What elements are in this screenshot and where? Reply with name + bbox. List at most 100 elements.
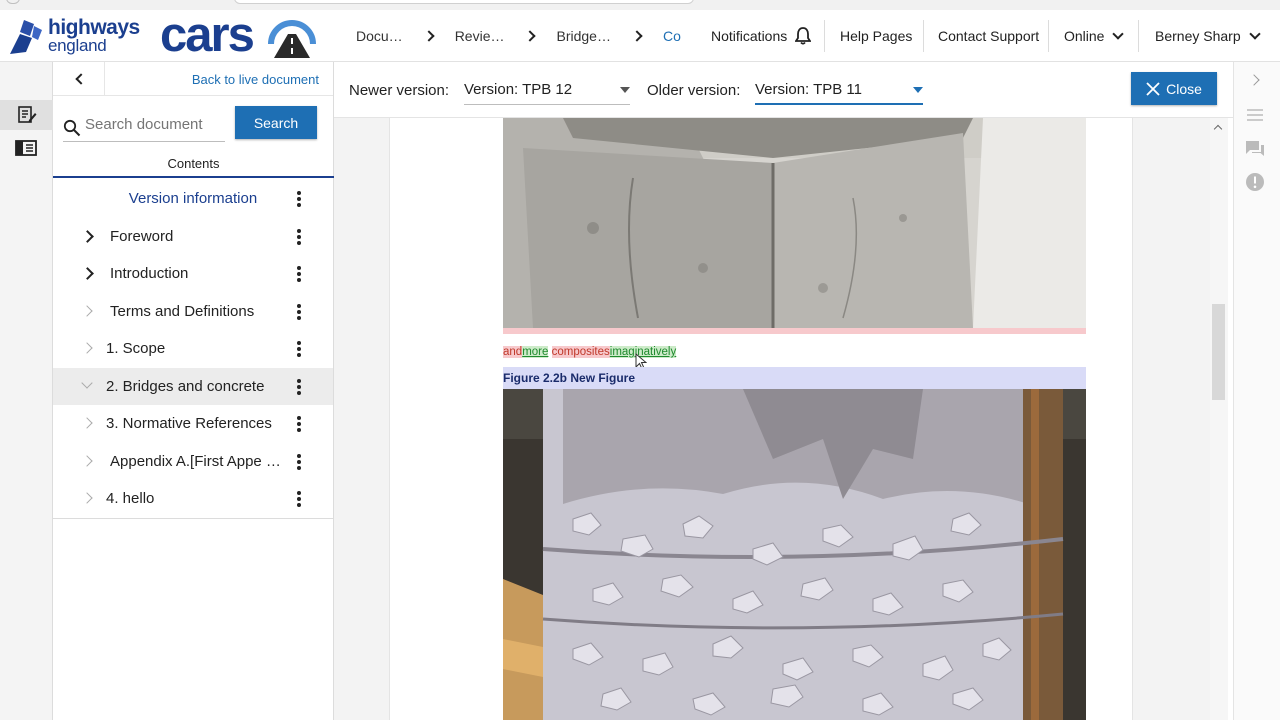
collapse-chevron-icon[interactable] [81, 376, 93, 389]
figure-caption: Figure 2.2b New Figure [503, 367, 1086, 389]
more-options-icon[interactable] [297, 191, 301, 207]
breadcrumb-item-compare[interactable]: Co [649, 28, 695, 44]
aggregate-column-picture [503, 389, 1086, 720]
toc-item-terms-and-definitions[interactable]: Terms and Definitions [53, 293, 333, 331]
expand-chevron-icon[interactable] [81, 417, 93, 429]
search-area: Search Contents [53, 96, 334, 178]
expand-chevron-icon[interactable] [81, 267, 94, 280]
chevron-right-icon [423, 30, 435, 42]
toc-item-normative-references[interactable]: 3. Normative References [53, 405, 333, 443]
chevron-down-icon [1112, 27, 1125, 40]
tracked-change-line: andmore compositesimaginatively [503, 346, 677, 358]
newer-version-value: Version: TPB 12 [464, 81, 573, 98]
toc-item-foreword[interactable]: Foreword [53, 218, 333, 256]
comments-icon[interactable] [1245, 140, 1265, 158]
bell-icon [795, 27, 812, 45]
toc-item-hello[interactable]: 4. hello [53, 480, 333, 518]
toc-item-scope[interactable]: 1. Scope [53, 330, 333, 368]
info-alert-icon[interactable] [1245, 172, 1265, 192]
search-input[interactable] [85, 116, 225, 133]
header-divider [824, 20, 825, 52]
review-mode-button[interactable] [0, 100, 53, 130]
close-compare-button[interactable]: Close [1131, 72, 1217, 105]
scrollbar-thumb[interactable] [1212, 304, 1225, 400]
search-field[interactable] [63, 108, 225, 142]
expand-chevron-icon[interactable] [81, 342, 93, 354]
newer-version-select[interactable]: Version: TPB 12 [464, 75, 630, 105]
version-compare-bar: Newer version: Version: TPB 12 Older ver… [334, 62, 1233, 118]
dropdown-arrow-icon [620, 87, 630, 93]
road-arch-icon [268, 20, 316, 58]
more-options-icon[interactable] [297, 341, 301, 357]
chevron-right-icon[interactable] [1248, 74, 1260, 86]
newer-version-label: Newer version: [349, 82, 450, 99]
browser-address-bar[interactable] [234, 0, 694, 4]
more-options-icon[interactable] [297, 491, 301, 507]
sidebar-panel-icon [15, 140, 37, 156]
notifications-label: Notifications [711, 28, 788, 44]
search-icon [63, 119, 81, 136]
toc-item-label: 4. hello [106, 490, 155, 508]
toc-item-label: Terms and Definitions [110, 302, 255, 320]
chevron-left-icon [74, 73, 87, 85]
collapse-panel-button[interactable] [53, 62, 105, 96]
more-options-icon[interactable] [297, 378, 301, 395]
document-scrollbar[interactable] [1210, 118, 1228, 720]
toc-item-label: Introduction [110, 265, 189, 283]
exposed-aggregate-column-image [503, 389, 1086, 720]
contents-toggle-button[interactable] [13, 135, 39, 161]
toc-item-introduction[interactable]: Introduction [53, 255, 333, 293]
expand-chevron-icon[interactable] [81, 229, 94, 243]
concrete-block-image [503, 118, 1086, 328]
back-to-live-document-link[interactable]: Back to live document [192, 72, 319, 87]
toc-item-label: Foreword [110, 227, 174, 245]
toc-item-appendix-a[interactable]: Appendix A.[First Appe … [53, 443, 333, 481]
expand-chevron-icon[interactable] [81, 492, 93, 504]
list-lines-icon[interactable] [1246, 108, 1264, 122]
more-options-icon[interactable] [297, 303, 301, 320]
more-options-icon[interactable] [297, 266, 301, 282]
toc-item-bridges-and-concrete[interactable]: 2. Bridges and concrete [53, 367, 333, 405]
left-icon-rail [0, 62, 53, 720]
tab-contents[interactable]: Contents [53, 150, 334, 178]
edit-document-icon [17, 106, 36, 123]
contact-support-label: Contact Support [938, 28, 1040, 44]
expand-chevron-icon[interactable] [81, 454, 93, 467]
toc-item-label: Appendix A.[First Appe … [110, 452, 281, 470]
header-divider [1048, 20, 1049, 52]
close-label: Close [1166, 80, 1202, 97]
cars-logo[interactable]: cars [160, 8, 316, 62]
highways-england-logo[interactable]: highways england [8, 16, 140, 60]
more-options-icon[interactable] [297, 453, 301, 470]
online-status-dropdown[interactable]: Online [1064, 10, 1125, 62]
user-name: Berney Sharp [1155, 28, 1241, 44]
concrete-block-picture [503, 118, 1086, 328]
help-pages-link[interactable]: Help Pages [840, 10, 912, 62]
highways-england-mark-icon [10, 20, 42, 54]
expand-chevron-icon[interactable] [81, 304, 93, 317]
search-button[interactable]: Search [235, 106, 317, 139]
header-divider [923, 20, 924, 52]
more-options-icon[interactable] [297, 416, 301, 432]
contact-support-link[interactable]: Contact Support [938, 10, 1039, 62]
more-options-icon[interactable] [297, 228, 301, 245]
older-version-value: Version: TPB 11 [755, 81, 863, 98]
panel-toolbar: Back to live document [53, 62, 333, 96]
scroll-up-icon[interactable] [1213, 124, 1223, 134]
user-menu[interactable]: Berney Sharp [1155, 10, 1261, 62]
toc-item-label: Version information [128, 190, 258, 208]
online-status-label: Online [1064, 28, 1105, 44]
close-icon [1146, 81, 1160, 96]
older-version-select[interactable]: Version: TPB 11 [755, 75, 923, 105]
chevron-right-icon [524, 30, 537, 42]
breadcrumb-item-documents[interactable]: Docu… [342, 28, 417, 44]
breadcrumb-item-bridges[interactable]: Bridge… [542, 28, 624, 44]
toc-item-version-information[interactable]: Version information [53, 180, 333, 218]
contents-panel: Back to live document Search Contents Ve… [53, 62, 334, 720]
deleted-text: composites [551, 346, 610, 358]
chevron-down-icon [1248, 27, 1261, 40]
breadcrumb-item-review[interactable]: Revie… [441, 28, 519, 44]
toc-item-label: 2. Bridges and concrete [106, 377, 265, 395]
browser-control [6, 0, 20, 4]
notifications-link[interactable]: Notifications [711, 10, 812, 62]
